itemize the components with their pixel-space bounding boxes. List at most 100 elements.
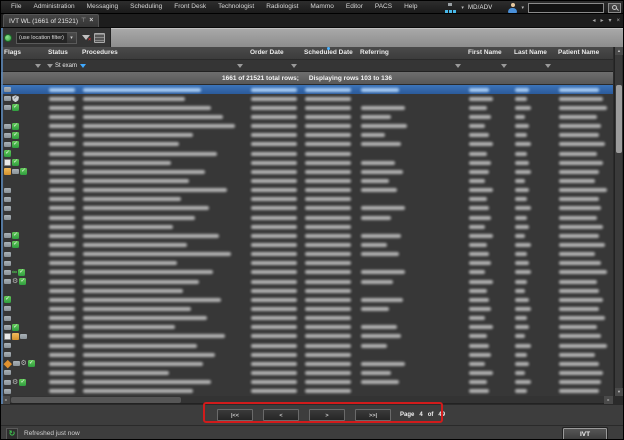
horizontal-scroll-thumb[interactable] — [11, 397, 181, 403]
scroll-right-icon[interactable]: ▸ — [604, 396, 613, 404]
table-row[interactable] — [1, 314, 613, 323]
first-page-button[interactable]: |<< — [217, 409, 253, 421]
scroll-up-icon[interactable]: ▲ — [615, 47, 623, 55]
next-page-button[interactable]: > — [309, 409, 345, 421]
column-header-procedures[interactable]: Procedures — [79, 47, 247, 59]
table-row[interactable]: ✓ — [1, 231, 613, 240]
vertical-scrollbar[interactable]: ▲ ▼ — [614, 47, 622, 396]
table-row[interactable]: ⚙✓ — [1, 277, 613, 286]
grid-layout-icon[interactable] — [94, 33, 105, 43]
table-row[interactable]: ✓ — [1, 167, 613, 176]
table-row[interactable]: ✓ — [1, 103, 613, 112]
filter-cell-patient-name[interactable] — [555, 60, 613, 71]
table-row[interactable] — [1, 259, 613, 268]
table-row[interactable]: ⚙✓ — [1, 359, 613, 368]
last-page-button[interactable]: >>| — [355, 409, 391, 421]
column-header-patient-name[interactable]: Patient Name — [555, 47, 613, 59]
filter-cell-procedures[interactable] — [79, 60, 247, 71]
horizontal-scrollbar[interactable]: ◂ ▸ — [1, 396, 613, 404]
table-row[interactable]: ✓ — [1, 122, 613, 131]
filter-cell-order-date[interactable] — [247, 60, 301, 71]
scroll-down-icon[interactable]: ▼ — [615, 388, 623, 396]
close-icon[interactable]: × — [89, 16, 93, 26]
menu-help[interactable]: Help — [398, 1, 423, 13]
filter-funnel-icon[interactable] — [237, 64, 243, 68]
table-row[interactable]: ✓ — [1, 131, 613, 140]
filter-funnel-icon[interactable] — [291, 64, 297, 68]
column-header-scheduled-date[interactable]: Scheduled Date — [301, 47, 357, 59]
menu-mammo[interactable]: Mammo — [304, 1, 339, 13]
menu-pacs[interactable]: PACS — [369, 1, 398, 13]
filter-funnel-icon[interactable] — [545, 64, 551, 68]
chevron-down-icon[interactable]: ▾ — [67, 33, 76, 43]
filter-funnel-icon[interactable] — [47, 64, 53, 68]
column-header-status[interactable]: Status — [45, 47, 79, 59]
table-row[interactable] — [1, 112, 613, 121]
table-row[interactable] — [1, 213, 613, 222]
filter-cell-status[interactable]: St exam — [45, 60, 79, 71]
table-row[interactable] — [1, 286, 613, 295]
filter-cell-last-name[interactable] — [511, 60, 555, 71]
menu-radiologist[interactable]: Radiologist — [260, 1, 304, 13]
chevron-down-icon[interactable]: ▾ — [521, 3, 524, 13]
menu-scheduling[interactable]: Scheduling — [124, 1, 168, 13]
table-row[interactable] — [1, 204, 613, 213]
refresh-icon[interactable]: ↻ — [6, 428, 18, 440]
menu-administration[interactable]: Administration — [27, 1, 80, 13]
table-row[interactable]: ∞✓ — [1, 268, 613, 277]
menu-technologist[interactable]: Technologist — [212, 1, 260, 13]
column-header-first-name[interactable]: First Name — [465, 47, 511, 59]
table-row[interactable]: ⚙✓ — [1, 378, 613, 387]
ivt-context-button[interactable]: IVT — [563, 428, 607, 440]
menu-file[interactable]: File — [5, 1, 27, 13]
tab-scroll-right-icon[interactable]: ▸ — [600, 17, 603, 25]
column-header-flags[interactable]: Flags — [1, 47, 45, 59]
chevron-down-icon[interactable]: ▾ — [461, 3, 464, 13]
previous-page-button[interactable]: < — [263, 409, 299, 421]
menu-front-desk[interactable]: Front Desk — [168, 1, 212, 13]
table-row[interactable] — [1, 387, 613, 396]
table-row[interactable]: ✓ — [1, 240, 613, 249]
filter-cell-flags[interactable] — [1, 60, 45, 71]
column-header-order-date[interactable]: Order Date — [247, 47, 301, 59]
table-row[interactable]: ✓ — [1, 323, 613, 332]
tab-ivt-worklist[interactable]: IVT WL (1661 of 21521) ⊤ × — [3, 14, 99, 27]
table-row[interactable] — [1, 176, 613, 185]
table-row[interactable]: ✓ — [1, 94, 613, 103]
vertical-scroll-thumb[interactable] — [616, 85, 622, 153]
table-row[interactable] — [1, 186, 613, 195]
table-row[interactable] — [1, 304, 613, 313]
filter-funnel-icon[interactable] — [35, 64, 41, 68]
filter-cell-scheduled-date[interactable] — [301, 60, 357, 71]
table-row[interactable] — [1, 368, 613, 377]
tab-scroll-left-icon[interactable]: ◂ — [592, 17, 595, 25]
user-icon[interactable] — [508, 3, 517, 13]
filter-funnel-icon[interactable] — [501, 64, 507, 68]
table-row[interactable] — [1, 85, 613, 94]
hierarchy-icon[interactable] — [444, 3, 457, 13]
status-refresh-icon[interactable] — [4, 34, 12, 42]
filter-funnel-icon[interactable] — [455, 64, 461, 68]
location-filter-dropdown[interactable]: (use location filter) ▾ — [16, 32, 77, 44]
menu-editor[interactable]: Editor — [340, 1, 369, 13]
pin-icon[interactable]: ⊤ — [81, 16, 86, 26]
table-row[interactable] — [1, 332, 613, 341]
table-row[interactable] — [1, 222, 613, 231]
tab-close-all-icon[interactable]: × — [616, 17, 620, 25]
table-row[interactable] — [1, 350, 613, 359]
table-row[interactable]: ✓ — [1, 158, 613, 167]
tab-list-icon[interactable]: ▾ — [608, 17, 611, 25]
table-row[interactable] — [1, 250, 613, 259]
clear-filter-icon[interactable]: × — [81, 33, 90, 42]
table-row[interactable] — [1, 341, 613, 350]
table-row[interactable]: ✓ — [1, 295, 613, 304]
filter-cell-first-name[interactable] — [465, 60, 511, 71]
column-header-referring[interactable]: Referring — [357, 47, 465, 59]
search-button[interactable] — [608, 3, 621, 13]
table-row[interactable]: ✓ — [1, 149, 613, 158]
column-header-last-name[interactable]: Last Name — [511, 47, 555, 59]
table-row[interactable]: ✓ — [1, 140, 613, 149]
table-row[interactable] — [1, 195, 613, 204]
search-input[interactable] — [528, 3, 604, 13]
menu-messaging[interactable]: Messaging — [81, 1, 124, 13]
